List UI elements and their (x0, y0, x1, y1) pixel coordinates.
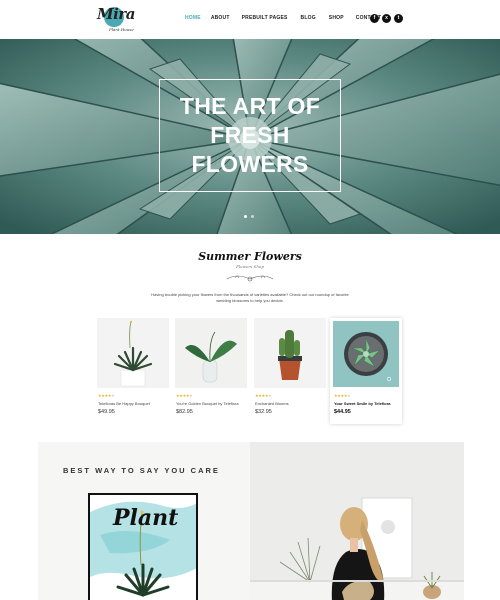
nav-shop[interactable]: SHOP (329, 15, 344, 21)
site-header: Mira Plant House HOME ABOUT PREBUILT PAG… (0, 0, 500, 39)
slider-dot-2[interactable] (251, 215, 254, 218)
hero-title: THE ART OF FRESH FLOWERS (179, 93, 321, 177)
section-subtitle: Flowers Shop (236, 264, 264, 269)
nav-about[interactable]: ABOUT (211, 15, 230, 21)
product-price: $49.95 (98, 409, 115, 415)
section-title: Summer Flowers (198, 250, 302, 263)
product-price: $32.95 (255, 409, 272, 415)
rating-stars: ★★★★★ (98, 393, 115, 398)
hero-slider: THE ART OF FRESH FLOWERS (0, 39, 500, 234)
twitter-icon[interactable]: t (394, 14, 403, 23)
slider-dots (244, 215, 254, 218)
site-logo[interactable]: Mira Plant House (96, 5, 136, 33)
logo-subtitle: Plant House (109, 27, 134, 32)
product-price: $44.95 (334, 409, 351, 415)
plant-word: Plant (113, 505, 179, 531)
product-card-featured[interactable]: ★★★★★ Your Sweet Smile by Teleflora $44.… (330, 318, 402, 424)
product-price: $82.95 (176, 409, 193, 415)
product-name[interactable]: Your Sweet Smile by Teleflora (334, 401, 391, 406)
nav-prebuilt-pages[interactable]: PREBUILT PAGES (242, 15, 288, 21)
xing-icon[interactable]: x (382, 14, 391, 23)
product-card[interactable]: ★★★★★ Telefloras Be Happy Bouquet $49.95 (97, 318, 169, 424)
floral-ornament-icon (226, 275, 274, 282)
nav-blog[interactable]: BLOG (301, 15, 316, 21)
product-name[interactable]: Enchanted Blooms (255, 401, 289, 406)
feature-panel-right (250, 442, 464, 600)
product-image[interactable] (254, 318, 326, 388)
slider-dot-1[interactable] (244, 215, 247, 218)
section-description: Having trouble picking your flowers from… (151, 292, 349, 303)
hero-title-box: THE ART OF FRESH FLOWERS (159, 79, 341, 192)
product-image[interactable] (175, 318, 247, 388)
product-grid: ★★★★★ Telefloras Be Happy Bouquet $49.95… (97, 318, 407, 428)
facebook-icon[interactable]: f (370, 14, 379, 23)
social-links: f x t (370, 14, 403, 23)
product-image[interactable] (97, 318, 169, 388)
logo-text: Mira (97, 5, 135, 23)
nav-home[interactable]: HOME (185, 15, 201, 21)
product-image[interactable] (333, 321, 399, 387)
product-card[interactable]: ★★★★★ Enchanted Blooms $32.95 (254, 318, 326, 424)
product-name[interactable]: You're Golden Bouquet by Teleflora (176, 401, 239, 406)
rating-stars: ★★★★★ (255, 393, 272, 398)
rating-stars: ★★★★★ (176, 393, 193, 398)
product-card[interactable]: ★★★★★ You're Golden Bouquet by Teleflora… (175, 318, 247, 424)
product-name[interactable]: Telefloras Be Happy Bouquet (98, 401, 150, 406)
feature-title: BEST WAY TO SAY YOU CARE (63, 466, 220, 475)
woman-at-desk-photo (250, 442, 464, 600)
main-nav: HOME ABOUT PREBUILT PAGES BLOG SHOP CONT… (185, 15, 381, 21)
rating-stars: ★★★★★ (334, 393, 351, 398)
